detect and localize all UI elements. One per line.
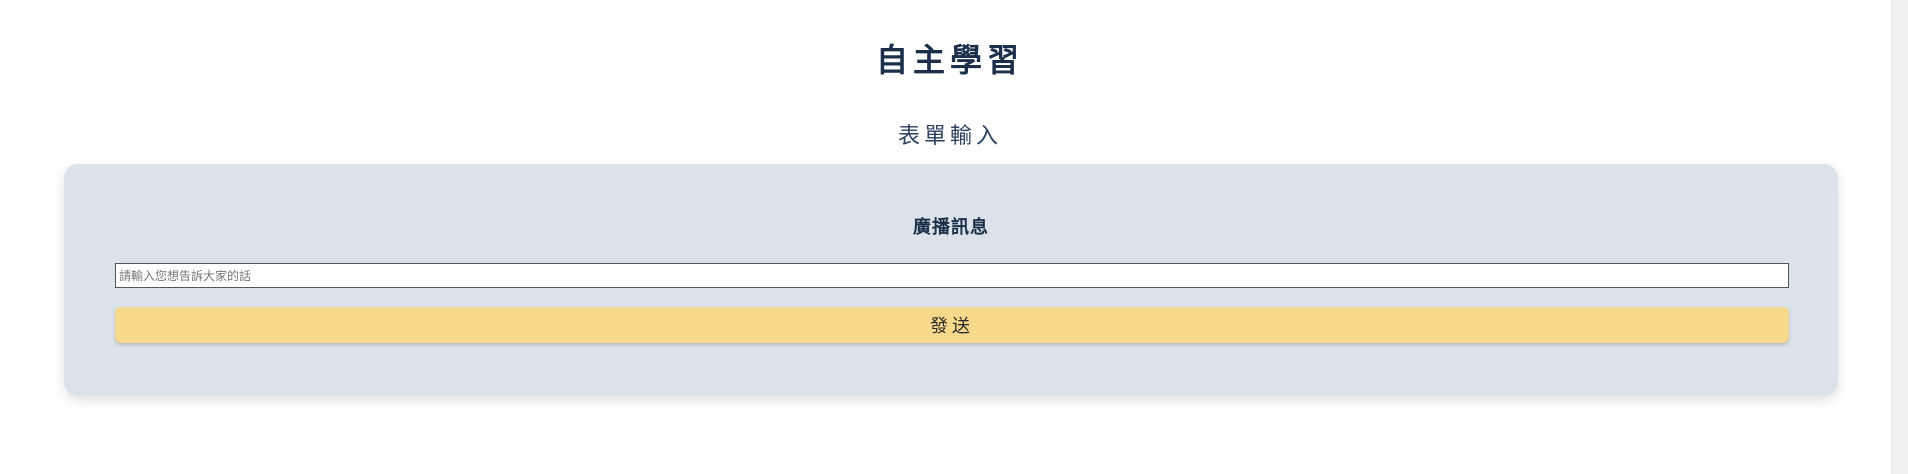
section-title: 表單輸入 <box>897 124 1002 149</box>
broadcast-form-title: 廣播訊息 <box>913 217 989 238</box>
vertical-scrollbar[interactable] <box>1891 0 1908 474</box>
page: 自主學習 表單輸入 廣播訊息 發送 <box>0 0 1908 474</box>
message-input[interactable] <box>115 263 1789 288</box>
broadcast-form-card: 廣播訊息 發送 <box>64 164 1838 396</box>
page-title: 自主學習 <box>875 41 1024 79</box>
send-button[interactable]: 發送 <box>115 307 1789 343</box>
